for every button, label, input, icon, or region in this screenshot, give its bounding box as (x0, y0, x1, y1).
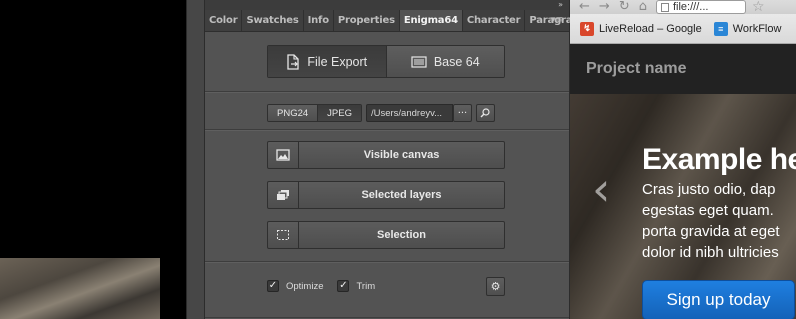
hero-carousel: ‹ Example he Cras justo odio, dap egesta… (570, 94, 796, 319)
canvas-photo-layer (0, 258, 160, 319)
export-selection-button[interactable]: Selection (267, 221, 505, 249)
format-toggle: PNG24 JPEG (267, 104, 362, 122)
page-icon (660, 3, 669, 12)
bookmark-workflowy[interactable]: ≡ WorkFlow (713, 21, 782, 36)
browse-path-button[interactable]: ··· (452, 104, 472, 122)
carousel-prev-icon[interactable]: ‹ (592, 166, 610, 212)
gear-icon: ⚙ (490, 279, 501, 293)
collapse-panel-icon[interactable]: » (558, 0, 563, 10)
image-icon (268, 142, 299, 168)
hero-line: dolor id nibh ultricies (642, 244, 779, 261)
hero-line: Cras justo odio, dap (642, 181, 776, 198)
canvas-scroll-gutter (186, 0, 204, 319)
browser-toolbar: ← → ↻ ⌂ file:///... ☆ (570, 0, 796, 15)
trim-checkbox[interactable]: ✓ (337, 280, 350, 292)
export-path-field[interactable]: /Users/andreyv... (365, 104, 453, 122)
png24-button[interactable]: PNG24 (268, 105, 318, 121)
format-row: PNG24 JPEG /Users/andreyv... ··· (267, 104, 495, 122)
visible-canvas-label: Visible canvas (363, 149, 440, 161)
tab-character[interactable]: Character (463, 10, 526, 31)
back-icon[interactable]: ← (579, 0, 590, 13)
document-canvas[interactable] (0, 0, 204, 319)
export-mode-toggle: File Export Base 64 (267, 45, 505, 78)
tab-swatches[interactable]: Swatches (242, 10, 304, 31)
export-actions-section: Visible canvas Selected layers Selection (205, 130, 569, 262)
optimize-checkbox[interactable]: ✓ (267, 280, 279, 292)
file-export-label: File Export (307, 54, 368, 69)
project-name-link[interactable]: Project name (586, 60, 686, 78)
hero-text: Cras justo odio, dap egestas eget quam. … (642, 179, 796, 263)
selection-label: Selection (377, 229, 426, 241)
address-bar[interactable]: file:///... (655, 0, 746, 14)
file-export-icon (287, 53, 300, 70)
panel-menu-icon[interactable]: ▾≡ (551, 15, 563, 25)
tab-info[interactable]: Info (304, 10, 334, 31)
enigma64-panel: » Color Swatches Info Properties Enigma6… (204, 0, 585, 319)
panel-title-bar[interactable]: » (205, 0, 569, 10)
trim-label: Trim (356, 280, 376, 292)
search-icon (480, 108, 491, 118)
browser-window: ← → ↻ ⌂ file:///... ☆ ↯ LiveReload – Goo… (570, 0, 796, 319)
home-icon[interactable]: ⌂ (639, 0, 647, 13)
hero-title: Example he (642, 143, 796, 176)
signup-button[interactable]: Sign up today (642, 280, 795, 319)
tab-color[interactable]: Color (205, 10, 243, 31)
bookmark-livereload-label: LiveReload – Google (599, 22, 702, 35)
settings-button[interactable]: ⚙ (486, 276, 505, 296)
tab-properties[interactable]: Properties (334, 10, 400, 31)
marquee-selection-icon (268, 222, 299, 248)
tab-enigma64[interactable]: Enigma64 (399, 10, 463, 31)
export-mode-section: File Export Base 64 (205, 32, 569, 92)
bookmark-livereload[interactable]: ↯ LiveReload – Google (580, 21, 702, 36)
export-visible-canvas-button[interactable]: Visible canvas (267, 141, 505, 169)
format-section: PNG24 JPEG /Users/andreyv... ··· (205, 92, 569, 130)
export-selected-layers-button[interactable]: Selected layers (267, 181, 505, 209)
bookmarks-bar: ↯ LiveReload – Google ≡ WorkFlow (570, 14, 796, 44)
panel-tab-bar: Color Swatches Info Properties Enigma64 … (205, 10, 585, 32)
hero-line: porta gravida at eget (642, 223, 780, 240)
base64-button[interactable]: Base 64 (385, 46, 504, 77)
livereload-icon: ↯ (580, 21, 594, 36)
optimize-label: Optimize (286, 280, 324, 292)
options-section: ✓ Optimize ✓ Trim ⚙ (205, 262, 569, 318)
file-export-button[interactable]: File Export (268, 46, 386, 77)
address-bar-text: file:///... (672, 1, 709, 13)
bookmark-star-icon[interactable]: ☆ (752, 0, 765, 15)
forward-icon[interactable]: → (599, 0, 610, 13)
site-navbar: Project name (570, 44, 796, 94)
base64-label: Base 64 (433, 54, 480, 69)
layers-icon (268, 182, 299, 208)
reload-icon[interactable]: ↻ (619, 0, 630, 13)
jpeg-button[interactable]: JPEG (317, 105, 361, 121)
reveal-folder-button[interactable] (475, 104, 495, 122)
options-row: ✓ Optimize ✓ Trim ⚙ (267, 276, 505, 296)
workflowy-icon: ≡ (713, 21, 728, 36)
base64-icon (411, 55, 427, 68)
bookmark-workflowy-label: WorkFlow (732, 22, 782, 35)
hero-line: egestas eget quam. (642, 202, 774, 219)
selected-layers-label: Selected layers (361, 189, 442, 201)
